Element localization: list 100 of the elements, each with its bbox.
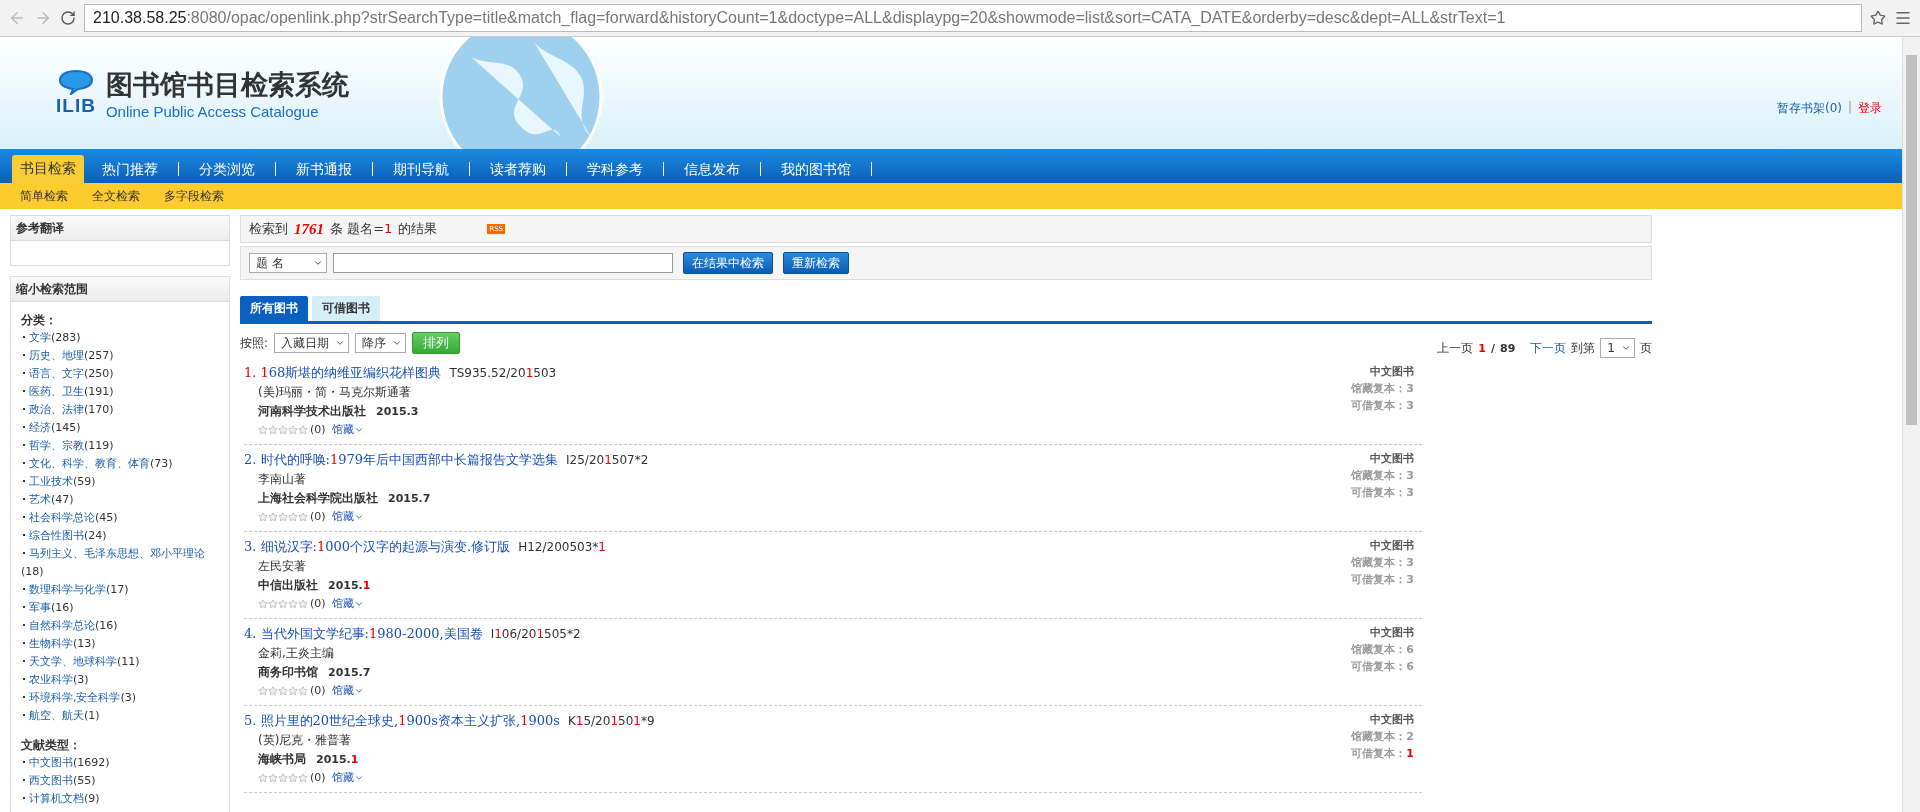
facet-link[interactable]: 社会科学总论 bbox=[29, 511, 95, 524]
facet-link[interactable]: 天文学、地球科学 bbox=[29, 655, 117, 668]
panel-title: 参考翻译 bbox=[11, 216, 229, 241]
rating-count: (0) bbox=[310, 597, 326, 610]
holdings-link[interactable]: 馆藏 bbox=[331, 422, 364, 437]
book-publisher: 商务印书馆 bbox=[257, 665, 318, 679]
nav-tab[interactable]: 书目检索 bbox=[12, 155, 84, 183]
facet-link[interactable]: 综合性图书 bbox=[29, 529, 84, 542]
facet-link[interactable]: 数理科学与化学 bbox=[29, 583, 106, 596]
nav-tab[interactable]: 读者荐购 bbox=[482, 156, 554, 183]
nav-tab[interactable]: 学科参考 bbox=[579, 156, 651, 183]
facet-link[interactable]: 工业技术 bbox=[29, 475, 73, 488]
caret-icon bbox=[335, 338, 346, 348]
book-type: 中文图书 bbox=[1370, 451, 1414, 466]
holdings-link[interactable]: 馆藏 bbox=[331, 596, 364, 611]
facet-link[interactable]: 西文图书 bbox=[29, 774, 73, 787]
menu-icon[interactable] bbox=[1894, 9, 1912, 27]
facet-link[interactable]: 语言、文字 bbox=[29, 367, 84, 380]
facet-count: (170) bbox=[84, 403, 114, 416]
group-title: 文献类型： bbox=[21, 737, 82, 754]
facet-link[interactable]: 哲学、宗教 bbox=[29, 439, 84, 452]
facet-link[interactable]: 文化、科学、教育、体育 bbox=[29, 457, 150, 470]
star-icon[interactable] bbox=[1870, 10, 1886, 26]
facet-link[interactable]: 自然科学总论 bbox=[29, 619, 95, 632]
rating-count: (0) bbox=[310, 684, 326, 697]
book-type: 中文图书 bbox=[1370, 538, 1414, 553]
summary-text: 的结果 bbox=[398, 220, 438, 238]
book-title-link[interactable]: 3. 细说汉字:1000个汉字的起源与演变.修订版 bbox=[244, 539, 511, 554]
sort-order-select[interactable]: 降序 bbox=[355, 333, 407, 353]
facet-link[interactable]: 中文图书 bbox=[29, 756, 73, 769]
facet-link[interactable]: 航空、航天 bbox=[29, 709, 84, 722]
sub-nav-link[interactable]: 多字段检索 bbox=[164, 187, 224, 205]
available-copies: 可借复本：3 bbox=[1351, 485, 1414, 500]
facet-count: (73) bbox=[150, 457, 173, 470]
facet-count: (17) bbox=[106, 583, 129, 596]
facet-link[interactable]: 农业科学 bbox=[29, 673, 73, 686]
sub-nav-link[interactable]: 全文检索 bbox=[92, 187, 140, 205]
facet-link[interactable]: 马列主义、毛泽东思想、邓小平理论 bbox=[29, 547, 205, 560]
facet-link[interactable]: 艺术 bbox=[29, 493, 51, 506]
holdings-link[interactable]: 馆藏 bbox=[331, 509, 364, 524]
scrollbar-thumb[interactable] bbox=[1906, 55, 1917, 425]
facet-count: (257) bbox=[84, 349, 114, 362]
book-title-link[interactable]: 1. 168斯堪的纳维亚编织花样图典 bbox=[244, 365, 442, 380]
sub-nav-link[interactable]: 简单检索 bbox=[20, 187, 68, 205]
result-tab[interactable]: 所有图书 bbox=[240, 296, 308, 321]
nav-tab[interactable]: 信息发布 bbox=[676, 156, 748, 183]
login-link[interactable]: 登录 bbox=[1858, 99, 1882, 117]
call-number: I25/201507*2 bbox=[566, 453, 649, 467]
summary-text: 条 题名=1 bbox=[330, 220, 393, 238]
holdings-link[interactable]: 馆藏 bbox=[331, 683, 364, 698]
page-select[interactable]: 1 bbox=[1600, 338, 1635, 358]
nav-tab[interactable]: 分类浏览 bbox=[191, 156, 263, 183]
facet-count: (55) bbox=[73, 774, 96, 787]
search-input[interactable] bbox=[333, 253, 673, 273]
search-button[interactable]: 重新检索 bbox=[783, 252, 849, 274]
publish-date: 2015.7 bbox=[328, 666, 371, 679]
facet-link[interactable]: 环境科学,安全科学 bbox=[29, 691, 121, 704]
next-page-link[interactable]: 下一页 bbox=[1530, 339, 1567, 357]
facet-count: (3) bbox=[73, 673, 89, 686]
facet-link[interactable]: 经济 bbox=[29, 421, 51, 434]
facet-link[interactable]: 医药、卫生 bbox=[29, 385, 84, 398]
call-number: H12/200503*1 bbox=[518, 540, 606, 554]
nav-tab[interactable]: 期刊导航 bbox=[385, 156, 457, 183]
facet-link[interactable]: 历史、地理 bbox=[29, 349, 84, 362]
page-slash: / bbox=[1491, 341, 1496, 355]
saved-shelf-link[interactable]: 暂存书架(0) bbox=[1776, 99, 1842, 117]
back-icon[interactable] bbox=[8, 9, 26, 27]
book-publisher: 海峡书局 bbox=[257, 752, 306, 766]
held-copies: 馆藏复本：6 bbox=[1351, 642, 1414, 657]
book-title-link[interactable]: 4. 当代外国文学纪事:1980-2000,美国卷 bbox=[244, 626, 483, 641]
facet-count: (1692) bbox=[73, 756, 110, 769]
available-copies: 可借复本：3 bbox=[1351, 398, 1414, 413]
book-publisher: 中信出版社 bbox=[257, 578, 318, 592]
page-unit: 页 bbox=[1640, 339, 1652, 357]
facet-link[interactable]: 计算机文档 bbox=[29, 792, 84, 805]
facet-link[interactable]: 生物科学 bbox=[29, 637, 73, 650]
facet-count: (13) bbox=[73, 637, 96, 650]
nav-tab[interactable]: 热门推荐 bbox=[94, 156, 166, 183]
search-button[interactable]: 在结果中检索 bbox=[683, 252, 773, 274]
facet-count: (18) bbox=[21, 565, 44, 578]
facet-link[interactable]: 文学 bbox=[29, 331, 51, 344]
nav-tab[interactable]: 我的图书馆 bbox=[773, 156, 859, 183]
held-copies: 馆藏复本：2 bbox=[1351, 729, 1414, 744]
forward-icon[interactable] bbox=[34, 9, 52, 27]
result-tab[interactable]: 可借图书 bbox=[312, 296, 380, 321]
address-bar[interactable]: 210.38.58.25:8080/opac/openlink.php?strSearchType=title&match_flag=forward&historyCount=1&doctype=ALL&displaypg=20&showmode=list&sort=CATA_DATE&orderby=desc&dept=ALL&strText=1 bbox=[84, 4, 1862, 32]
nav-tab[interactable]: 新书通报 bbox=[288, 156, 360, 183]
facet-count: (3) bbox=[120, 691, 137, 704]
book-author: (英)尼克・雅普著 bbox=[257, 732, 353, 749]
facet-link[interactable]: 军事 bbox=[29, 601, 51, 614]
holdings-link[interactable]: 馆藏 bbox=[331, 770, 364, 785]
sort-field-select[interactable]: 入藏日期 bbox=[274, 333, 350, 353]
field-select[interactable]: 题 名 bbox=[249, 253, 327, 273]
logo-text: ILIB bbox=[56, 95, 96, 117]
book-title-link[interactable]: 5. 照片里的20世纪全球史,1900s资本主义扩张,1900s bbox=[244, 713, 560, 728]
book-title-link[interactable]: 2. 时代的呼唤:1979年后中国西部中长篇报告文学选集 bbox=[244, 452, 559, 467]
facet-link[interactable]: 政治、法律 bbox=[29, 403, 84, 416]
reload-icon[interactable] bbox=[60, 10, 76, 26]
publish-date: 2015.7 bbox=[388, 492, 431, 505]
publish-date: 2015.1 bbox=[316, 753, 359, 766]
